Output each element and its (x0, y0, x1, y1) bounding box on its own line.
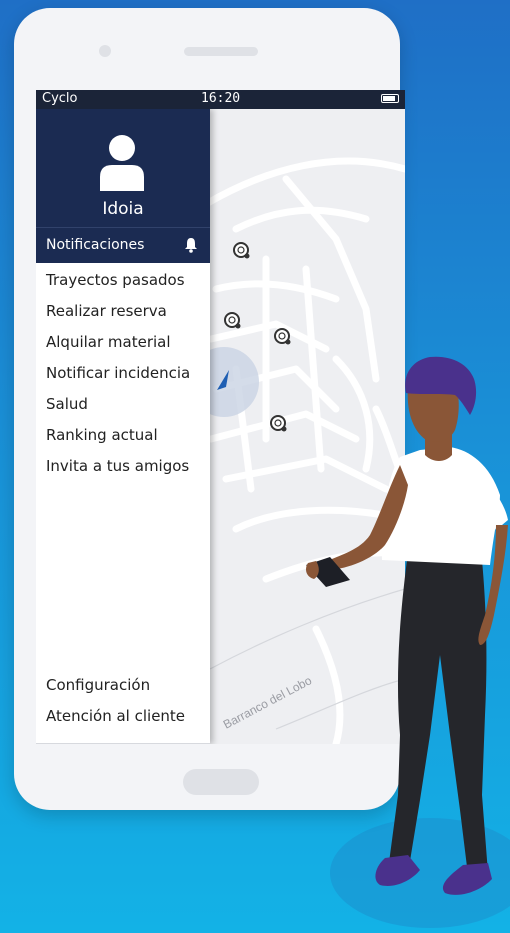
speaker-grille (184, 47, 258, 56)
menu-item-alquilar[interactable]: Alquilar material (46, 333, 171, 351)
bike-station-icon (233, 242, 250, 259)
bike-station-icon (274, 328, 291, 345)
profile-header: Idoia (36, 109, 210, 227)
status-time: 16:20 (201, 91, 241, 106)
menu-item-trayectos[interactable]: Trayectos pasados (46, 271, 185, 289)
username: Idoia (102, 199, 144, 219)
home-button[interactable] (183, 769, 259, 795)
camera-dot (99, 45, 111, 57)
status-app-name: Cyclo (42, 91, 78, 106)
battery-icon (381, 94, 399, 103)
notifications-item[interactable]: Notificaciones (36, 227, 210, 263)
menu-item-ranking[interactable]: Ranking actual (46, 426, 158, 444)
menu-item-atencion-cliente[interactable]: Atención al cliente (46, 707, 185, 725)
notifications-label: Notificaciones (46, 237, 145, 253)
person-illustration (306, 356, 508, 895)
menu-item-salud[interactable]: Salud (46, 395, 88, 413)
menu-item-invita[interactable]: Invita a tus amigos (46, 457, 189, 475)
bike-station-icon (224, 312, 241, 329)
bell-icon (185, 238, 197, 253)
drawer-divider (36, 743, 210, 744)
user-avatar-icon (100, 135, 144, 191)
status-bar: Cyclo 16:20 (36, 90, 405, 109)
menu-item-reserva[interactable]: Realizar reserva (46, 302, 167, 320)
menu-item-incidencia[interactable]: Notificar incidencia (46, 364, 190, 382)
menu-item-configuracion[interactable]: Configuración (46, 676, 150, 694)
navigation-drawer: Idoia Notificaciones Trayectos pasados R… (36, 109, 210, 744)
bike-station-icon (270, 415, 287, 432)
